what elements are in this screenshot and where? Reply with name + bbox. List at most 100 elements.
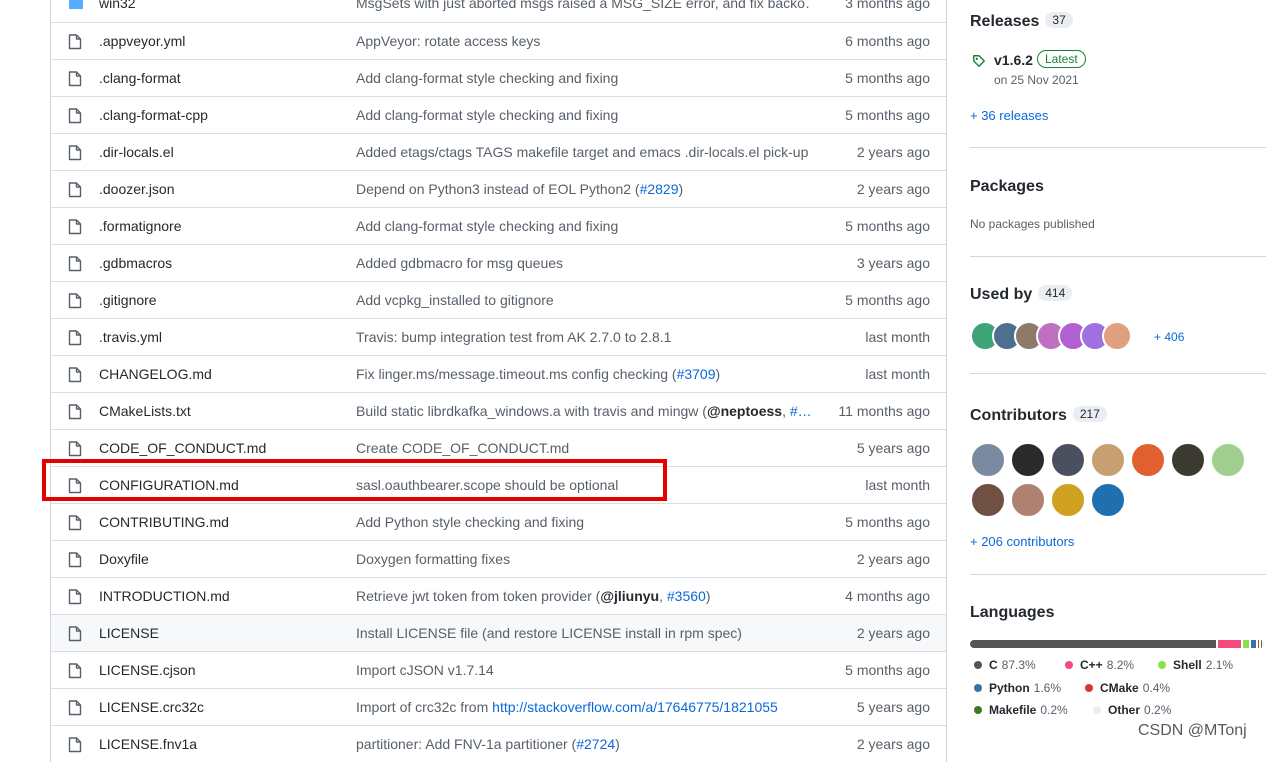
- commit-message[interactable]: Build static librdkafka_windows.a with t…: [356, 403, 811, 419]
- file-icon: [68, 404, 82, 420]
- commit-message[interactable]: Create CODE_OF_CONDUCT.md: [356, 440, 811, 456]
- commit-message[interactable]: Depend on Python3 instead of EOL Python2…: [356, 181, 811, 197]
- commit-message[interactable]: Install LICENSE file (and restore LICENS…: [356, 625, 811, 641]
- file-name-link[interactable]: INTRODUCTION.md: [99, 588, 230, 604]
- file-name-link[interactable]: CONFIGURATION.md: [99, 477, 239, 493]
- commit-message[interactable]: sasl.oauthbearer.scope should be optiona…: [356, 477, 811, 493]
- avatar[interactable]: [970, 442, 1006, 478]
- file-row[interactable]: LICENSE.crc32c Import of crc32c from http…: [51, 688, 946, 725]
- more-contributors-link[interactable]: + 206 contributors: [970, 534, 1074, 549]
- file-row[interactable]: Doxyfile Doxygen formatting fixes 2 years …: [51, 540, 946, 577]
- file-name-link[interactable]: LICENSE.crc32c: [99, 699, 204, 715]
- avatar[interactable]: [1210, 442, 1246, 478]
- file-name-link[interactable]: .appveyor.yml: [99, 33, 185, 49]
- file-name-link[interactable]: .doozer.json: [99, 181, 175, 197]
- commit-message[interactable]: Added etags/ctags TAGS makefile target a…: [356, 144, 811, 160]
- file-name-link[interactable]: CONTRIBUTING.md: [99, 514, 229, 530]
- file-name-link[interactable]: CHANGELOG.md: [99, 366, 212, 382]
- used-by-heading[interactable]: Used by 414: [970, 285, 1073, 304]
- file-row[interactable]: win32 MsgSets with just aborted msgs rais…: [51, 0, 946, 22]
- file-row[interactable]: .doozer.json Depend on Python3 instead of…: [51, 170, 946, 207]
- commit-link[interactable]: #3560: [667, 588, 706, 604]
- commit-link[interactable]: http://stackoverflow.com/a/17646775/1821…: [492, 699, 778, 715]
- file-name-link[interactable]: LICENSE: [99, 625, 159, 641]
- file-row[interactable]: CMakeLists.txt Build static librdkafka_wi…: [51, 392, 946, 429]
- commit-message[interactable]: Add vcpkg_installed to gitignore: [356, 292, 811, 308]
- file-name-link[interactable]: .clang-format: [99, 70, 181, 86]
- avatar[interactable]: [1090, 442, 1126, 478]
- file-name-link[interactable]: .dir-locals.el: [99, 144, 174, 160]
- file-row[interactable]: CODE_OF_CONDUCT.md Create CODE_OF_CONDUCT…: [51, 429, 946, 466]
- language-item[interactable]: C 87.3%: [974, 658, 1036, 672]
- file-name-link[interactable]: win32: [99, 0, 136, 11]
- avatar[interactable]: [1050, 482, 1086, 518]
- language-item[interactable]: CMake 0.4%: [1085, 681, 1170, 695]
- contributors-heading[interactable]: Contributors 217: [970, 406, 1107, 425]
- avatar[interactable]: [1130, 442, 1166, 478]
- file-row[interactable]: .clang-format Add clang-format style chec…: [51, 59, 946, 96]
- author-mention[interactable]: @jliunyu: [600, 588, 659, 604]
- file-row[interactable]: CHANGELOG.md Fix linger.ms/message.timeou…: [51, 355, 946, 392]
- commit-message[interactable]: Add clang-format style checking and fixi…: [356, 107, 811, 123]
- avatar[interactable]: [1050, 442, 1086, 478]
- commit-message[interactable]: Doxygen formatting fixes: [356, 551, 811, 567]
- file-row[interactable]: CONFIGURATION.md sasl.oauthbearer.scope s…: [51, 466, 946, 503]
- file-name-link[interactable]: .gitignore: [99, 292, 157, 308]
- commit-link[interactable]: #3709: [677, 366, 716, 382]
- commit-link[interactable]: #2829: [640, 181, 679, 197]
- file-name-link[interactable]: .clang-format-cpp: [99, 107, 208, 123]
- avatar[interactable]: [1170, 442, 1206, 478]
- file-name-link[interactable]: .formatignore: [99, 218, 181, 234]
- avatar[interactable]: [1102, 321, 1132, 351]
- commit-message[interactable]: Added gdbmacro for msg queues: [356, 255, 811, 271]
- file-row[interactable]: LICENSE.cjson Import cJSON v1.7.14 5 month…: [51, 651, 946, 688]
- file-row[interactable]: .gitignore Add vcpkg_installed to gitigno…: [51, 281, 946, 318]
- commit-message[interactable]: partitioner: Add FNV-1a partitioner (#27…: [356, 736, 811, 752]
- file-name-link[interactable]: LICENSE.fnv1a: [99, 736, 197, 752]
- avatar[interactable]: [1010, 442, 1046, 478]
- commit-message[interactable]: Add clang-format style checking and fixi…: [356, 218, 811, 234]
- language-item[interactable]: Makefile 0.2%: [974, 703, 1068, 717]
- file-row[interactable]: LICENSE.fnv1a partitioner: Add FNV-1a par…: [51, 725, 946, 762]
- language-item[interactable]: Shell 2.1%: [1158, 658, 1233, 672]
- avatar[interactable]: [1010, 482, 1046, 518]
- language-item[interactable]: C++ 8.2%: [1065, 658, 1134, 672]
- commit-message[interactable]: Fix linger.ms/message.timeout.ms config …: [356, 366, 811, 382]
- file-name-link[interactable]: .gdbmacros: [99, 255, 172, 271]
- commit-message[interactable]: Travis: bump integration test from AK 2.…: [356, 329, 811, 345]
- file-name-link[interactable]: CODE_OF_CONDUCT.md: [99, 440, 266, 456]
- commit-message[interactable]: MsgSets with just aborted msgs raised a …: [356, 0, 811, 11]
- commit-link[interactable]: #2724: [576, 736, 615, 752]
- language-item[interactable]: Other 0.2%: [1093, 703, 1171, 717]
- file-row[interactable]: .clang-format-cpp Add clang-format style …: [51, 96, 946, 133]
- author-mention[interactable]: @neptoess: [707, 403, 782, 419]
- file-row[interactable]: .appveyor.yml AppVeyor: rotate access key…: [51, 22, 946, 59]
- file-name-link[interactable]: Doxyfile: [99, 551, 149, 567]
- commit-message[interactable]: Import of crc32c from http://stackoverfl…: [356, 699, 811, 715]
- file-name-link[interactable]: LICENSE.cjson: [99, 662, 195, 678]
- releases-heading[interactable]: Releases 37: [970, 12, 1073, 31]
- commit-message[interactable]: Import cJSON v1.7.14: [356, 662, 811, 678]
- file-row[interactable]: LICENSE Install LICENSE file (and restore…: [51, 614, 946, 651]
- commit-message[interactable]: Add Python style checking and fixing: [356, 514, 811, 530]
- file-row[interactable]: .formatignore Add clang-format style chec…: [51, 207, 946, 244]
- file-row[interactable]: INTRODUCTION.md Retrieve jwt token from t…: [51, 577, 946, 614]
- commit-message[interactable]: AppVeyor: rotate access keys: [356, 33, 811, 49]
- avatar[interactable]: [970, 482, 1006, 518]
- avatar[interactable]: [1090, 482, 1126, 518]
- language-item[interactable]: Python 1.6%: [974, 681, 1061, 695]
- used-by-more-link[interactable]: + 406: [1154, 330, 1184, 344]
- file-name-link[interactable]: CMakeLists.txt: [99, 403, 191, 419]
- more-releases-link[interactable]: + 36 releases: [970, 108, 1048, 123]
- commit-message[interactable]: Retrieve jwt token from token provider (…: [356, 588, 811, 604]
- commit-message[interactable]: Add clang-format style checking and fixi…: [356, 70, 811, 86]
- file-row[interactable]: CONTRIBUTING.md Add Python style checking…: [51, 503, 946, 540]
- commit-link[interactable]: #…: [790, 403, 811, 419]
- file-row[interactable]: .dir-locals.el Added etags/ctags TAGS mak…: [51, 133, 946, 170]
- file-name-link[interactable]: .travis.yml: [99, 329, 162, 345]
- packages-heading[interactable]: Packages: [970, 178, 1044, 196]
- commit-age: 5 years ago: [856, 699, 930, 715]
- file-row[interactable]: .travis.yml Travis: bump integration test…: [51, 318, 946, 355]
- file-row[interactable]: .gdbmacros Added gdbmacro for msg queues 3…: [51, 244, 946, 281]
- release-version-link[interactable]: v1.6.2: [994, 52, 1033, 68]
